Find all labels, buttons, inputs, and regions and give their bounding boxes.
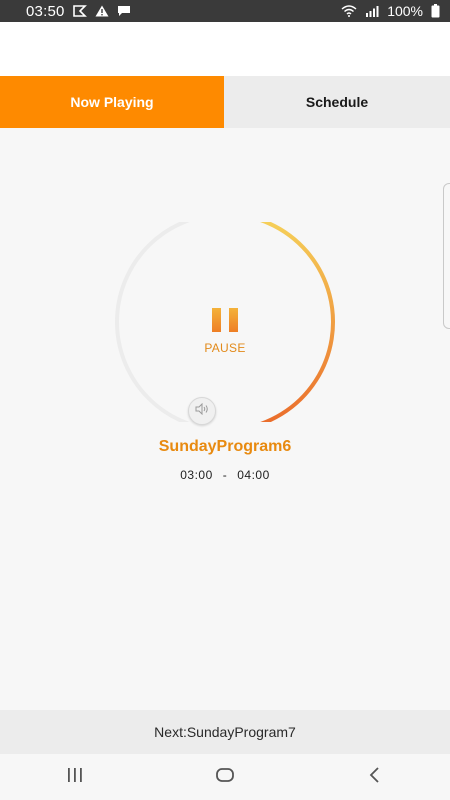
- speaker-icon: [195, 402, 209, 420]
- next-program-label: Next:SundayProgram7: [154, 724, 296, 740]
- flag-icon: [72, 5, 87, 17]
- time-separator: -: [222, 468, 228, 482]
- program-end-time: 04:00: [237, 468, 270, 482]
- status-bar: 03:50 100%: [0, 0, 450, 22]
- battery-percent: 100%: [387, 3, 423, 19]
- status-left: 03:50: [26, 3, 131, 20]
- tab-bar: Now Playing Schedule: [0, 76, 450, 128]
- app-bar: [0, 22, 450, 76]
- program-start-time: 03:00: [180, 468, 213, 482]
- pause-button[interactable]: PAUSE: [190, 300, 260, 364]
- home-icon: [215, 767, 235, 788]
- system-nav-bar: [0, 754, 450, 800]
- back-button[interactable]: [345, 757, 405, 797]
- program-title: SundayProgram6: [158, 438, 292, 455]
- status-time: 03:50: [26, 2, 65, 20]
- tab-schedule-label: Schedule: [305, 94, 369, 110]
- recent-apps-icon: [65, 767, 85, 788]
- pause-bar-right: [229, 308, 238, 332]
- battery-icon: [431, 4, 440, 18]
- signal-icon: [365, 5, 379, 17]
- next-program-bar[interactable]: Next:SundayProgram7: [0, 710, 450, 754]
- back-icon: [368, 766, 382, 788]
- pause-icon: [212, 308, 238, 332]
- edge-panel-handle[interactable]: [443, 183, 450, 329]
- home-button[interactable]: [195, 757, 255, 797]
- wifi-icon: [341, 5, 357, 17]
- tab-now-playing-label: Now Playing: [70, 94, 154, 110]
- program-time: 03:00-04:00: [0, 468, 450, 482]
- pause-label: PAUSE: [204, 341, 246, 355]
- volume-knob[interactable]: [188, 397, 216, 425]
- message-icon: [117, 5, 131, 17]
- tab-now-playing[interactable]: Now Playing: [0, 76, 224, 128]
- status-right: 100%: [341, 3, 440, 19]
- pause-bar-left: [212, 308, 221, 332]
- recent-apps-button[interactable]: [45, 757, 105, 797]
- tab-schedule[interactable]: Schedule: [224, 76, 450, 128]
- warning-icon: [95, 5, 109, 17]
